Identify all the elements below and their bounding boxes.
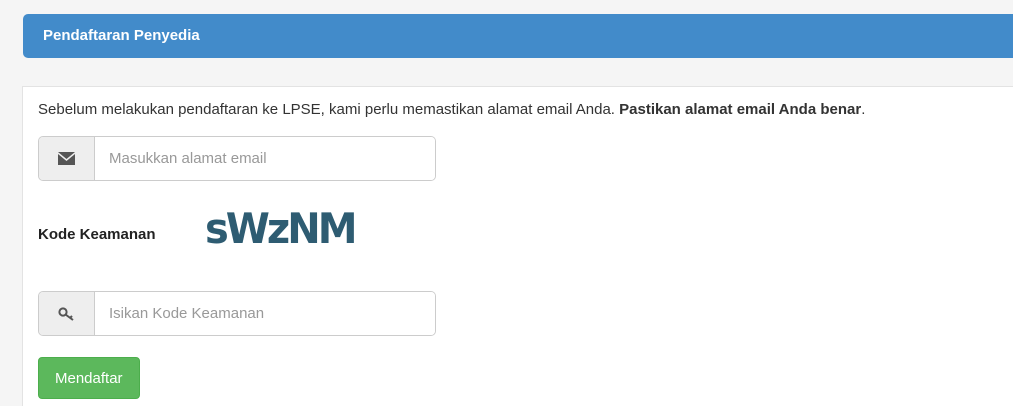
email-field[interactable] <box>95 137 435 180</box>
email-input-group <box>38 136 436 181</box>
key-icon <box>39 292 95 335</box>
register-button[interactable]: Mendaftar <box>38 357 140 399</box>
registration-form: Sebelum melakukan pendaftaran ke LPSE, k… <box>22 86 1013 406</box>
instruction-text: Sebelum melakukan pendaftaran ke LPSE, k… <box>38 101 865 118</box>
security-code-input-group <box>38 291 436 336</box>
captcha-label: Kode Keamanan <box>38 226 156 243</box>
instruction-main: Sebelum melakukan pendaftaran ke LPSE, k… <box>38 101 620 118</box>
captcha-image: sWzNM <box>205 205 357 254</box>
envelope-icon <box>39 137 95 180</box>
instruction-emphasis: Pastikan alamat email Anda benar <box>619 101 862 118</box>
panel-heading: Pendaftaran Penyedia <box>23 14 1013 58</box>
security-code-field[interactable] <box>95 292 435 335</box>
instruction-suffix: . <box>861 101 866 118</box>
panel-title: Pendaftaran Penyedia <box>43 27 200 44</box>
